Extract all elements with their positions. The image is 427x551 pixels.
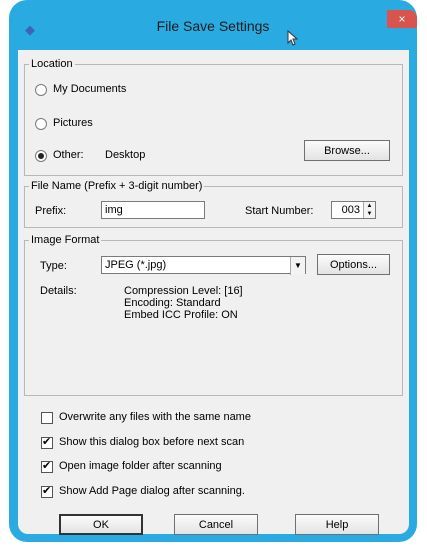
cancel-button[interactable]: Cancel bbox=[174, 514, 258, 535]
detail-line: Encoding: Standard bbox=[124, 297, 221, 309]
type-select-value: JPEG (*.jpg) bbox=[105, 259, 167, 271]
radio-my-documents[interactable] bbox=[35, 84, 47, 96]
open-folder-checkbox[interactable]: ✔ bbox=[41, 460, 53, 473]
window-title: File Save Settings bbox=[156, 18, 270, 34]
chevron-down-icon[interactable]: ▼ bbox=[290, 257, 305, 275]
prefix-label: Prefix: bbox=[35, 205, 67, 217]
location-legend: Location bbox=[31, 58, 73, 70]
radio-pictures-label: Pictures bbox=[53, 117, 93, 129]
type-label: Type: bbox=[40, 260, 67, 272]
radio-pictures[interactable] bbox=[35, 118, 47, 130]
file-name-legend: File Name (Prefix + 3-digit number) bbox=[31, 180, 203, 192]
radio-other[interactable] bbox=[35, 150, 47, 162]
start-number-value: 003 bbox=[341, 204, 360, 216]
checkmark-icon: ✔ bbox=[42, 460, 52, 472]
start-number-stepper[interactable]: 003 ▲ ▼ bbox=[331, 201, 376, 219]
dialog-body: Location My Documents Pictures Other: De… bbox=[18, 50, 409, 535]
help-button[interactable]: Help bbox=[295, 514, 379, 535]
other-location-value: Desktop bbox=[105, 149, 146, 161]
spin-up-icon[interactable]: ▲ bbox=[364, 202, 375, 210]
overwrite-checkbox-label: Overwrite any files with the same name bbox=[59, 411, 251, 423]
prefix-input[interactable]: img bbox=[101, 201, 205, 219]
open-folder-checkbox-label: Open image folder after scanning bbox=[59, 460, 222, 472]
image-format-legend: Image Format bbox=[31, 234, 100, 246]
overwrite-checkbox[interactable] bbox=[41, 412, 53, 424]
browse-button[interactable]: Browse... bbox=[304, 140, 390, 161]
radio-my-documents-label: My Documents bbox=[53, 83, 127, 95]
close-button[interactable]: × bbox=[387, 10, 417, 28]
title-bar[interactable]: ◆ File Save Settings × bbox=[9, 0, 417, 46]
show-dialog-checkbox-label: Show this dialog box before next scan bbox=[59, 436, 245, 448]
checkmark-icon: ✔ bbox=[42, 436, 52, 448]
type-select[interactable]: JPEG (*.jpg) ▼ bbox=[101, 256, 306, 275]
show-dialog-checkbox[interactable]: ✔ bbox=[41, 436, 53, 449]
show-add-page-checkbox-label: Show Add Page dialog after scanning. bbox=[59, 485, 245, 497]
mouse-cursor-icon bbox=[287, 30, 299, 46]
checkmark-icon: ✔ bbox=[42, 485, 52, 497]
spin-buttons[interactable]: ▲ ▼ bbox=[363, 202, 375, 218]
detail-line: Embed ICC Profile: ON bbox=[124, 309, 238, 321]
details-text: Compression Level: [16] Encoding: Standa… bbox=[124, 285, 243, 321]
radio-other-label: Other: bbox=[53, 149, 84, 161]
ok-button[interactable]: OK bbox=[59, 514, 143, 535]
details-label: Details: bbox=[40, 285, 77, 297]
show-add-page-checkbox[interactable]: ✔ bbox=[41, 485, 53, 498]
start-number-label: Start Number: bbox=[245, 205, 314, 217]
options-button[interactable]: Options... bbox=[317, 254, 390, 275]
detail-line: Compression Level: [16] bbox=[124, 285, 243, 297]
spin-down-icon[interactable]: ▼ bbox=[364, 210, 375, 218]
